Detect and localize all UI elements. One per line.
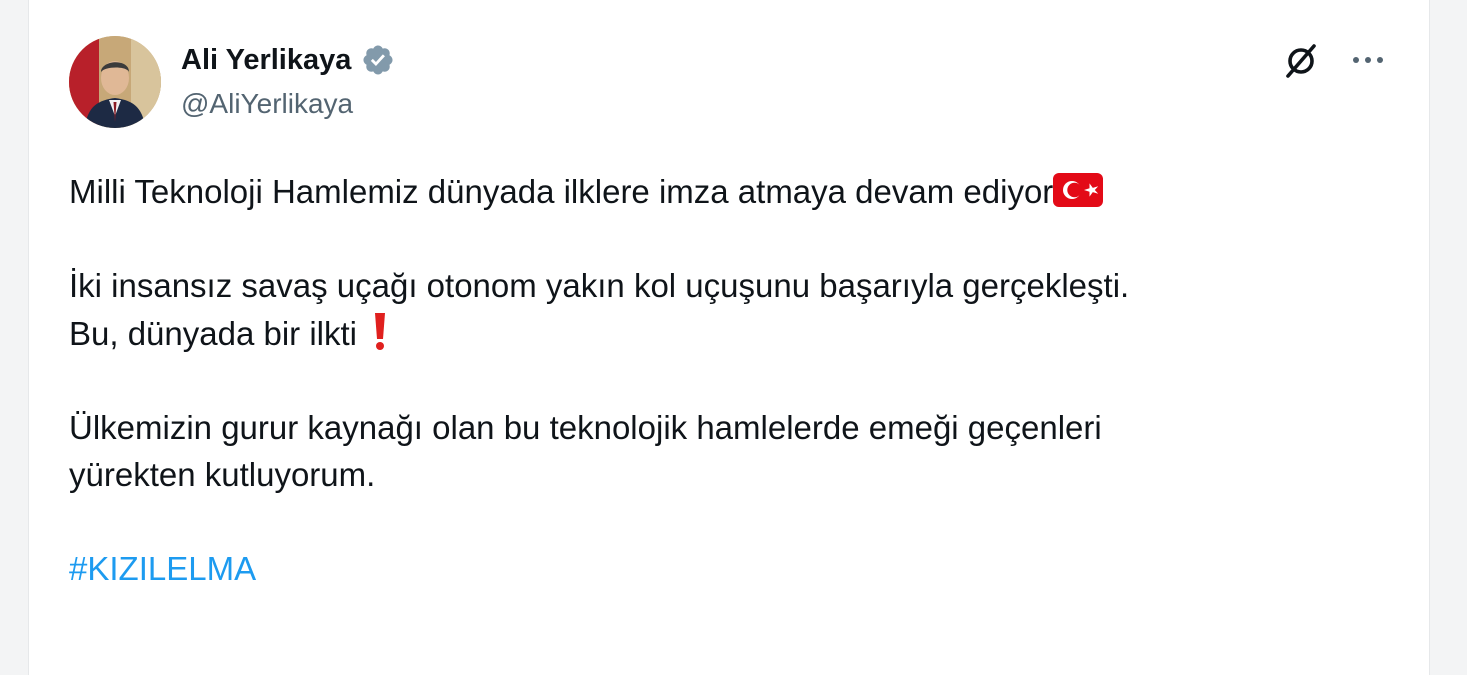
verified-badge-icon (361, 43, 395, 77)
red-exclamation-icon (369, 309, 391, 351)
more-options-icon[interactable] (1347, 42, 1389, 78)
tweet-text: Milli Teknoloji Hamlemiz dünyada ilklere… (69, 168, 1409, 592)
tweet-line: Milli Teknoloji Hamlemiz dünyada ilklere… (69, 168, 1409, 215)
hashtag-link[interactable]: #KIZILELMA (69, 550, 256, 587)
user-handle[interactable]: @AliYerlikaya (181, 88, 353, 120)
profile-photo (69, 36, 161, 128)
tweet-card: Ali Yerlikaya @AliYerlikaya Milli Teknol… (28, 0, 1430, 675)
avatar[interactable] (69, 36, 161, 128)
tweet-line-text: Milli Teknoloji Hamlemiz dünyada ilklere… (69, 173, 1054, 210)
grok-icon[interactable] (1280, 40, 1322, 82)
turkey-flag-icon (1053, 172, 1104, 207)
author-name-row: Ali Yerlikaya (181, 40, 395, 80)
display-name[interactable]: Ali Yerlikaya (181, 44, 351, 77)
tweet-line: Ülkemizin gurur kaynağı olan bu teknoloj… (69, 409, 1102, 446)
tweet-line: İki insansız savaş uçağı otonom yakın ko… (69, 267, 1130, 304)
tweet-line-text: Bu, dünyada bir ilkti (69, 315, 357, 352)
tweet-line: Bu, dünyada bir ilkti (69, 309, 1409, 357)
tweet-line: yürekten kutluyorum. (69, 456, 376, 493)
hashtag-line: #KIZILELMA (69, 545, 1409, 592)
